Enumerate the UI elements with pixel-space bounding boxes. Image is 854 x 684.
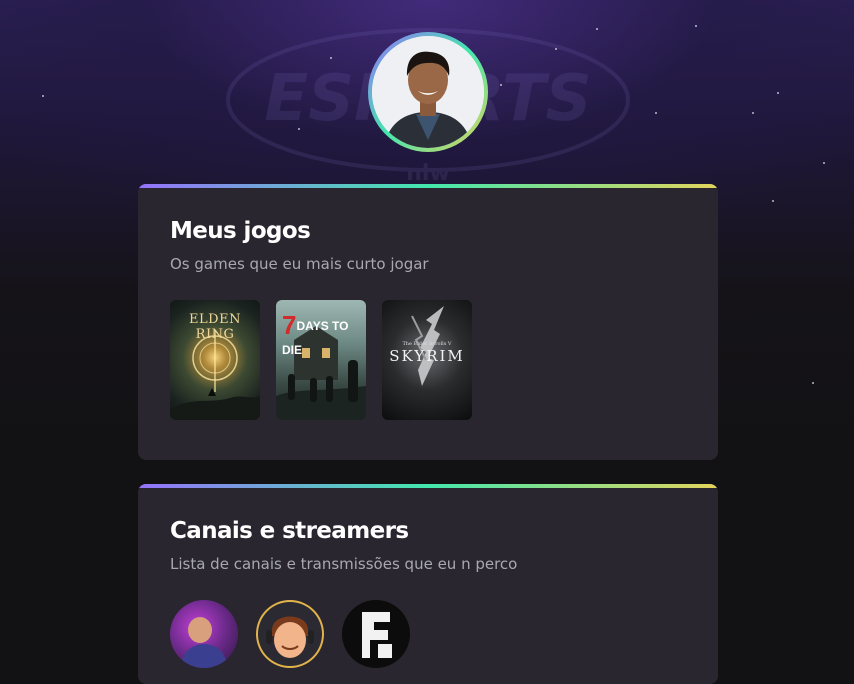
games-subtitle: Os games que eu mais curto jogar bbox=[170, 255, 429, 273]
streamer-person-icon bbox=[180, 617, 228, 668]
profile-avatar-ring bbox=[368, 32, 488, 152]
watermark-subtext: nlw bbox=[406, 161, 450, 186]
streamer-avatar-3[interactable] bbox=[342, 600, 410, 668]
streamers-list bbox=[170, 600, 410, 668]
game-cover-elden-ring[interactable]: ELDEN RING bbox=[170, 300, 260, 420]
streamer-avatar-1[interactable] bbox=[170, 600, 238, 668]
games-title: Meus jogos bbox=[170, 218, 311, 244]
elden-ring-title: ELDEN RING bbox=[189, 312, 241, 342]
streamers-card: Canais e streamers Lista de canais e tra… bbox=[138, 484, 718, 684]
game-cover-skyrim[interactable]: The Elder Scrolls V SKYRIM bbox=[382, 300, 472, 420]
profile-avatar bbox=[372, 36, 484, 148]
games-list: ELDEN RING 7DAYS TO DIE The Elder Scroll… bbox=[170, 300, 472, 420]
streamer-avatar-2[interactable] bbox=[256, 600, 324, 668]
person-photo-icon bbox=[372, 36, 484, 148]
streamer-cartoon-icon bbox=[266, 616, 314, 658]
streamers-title: Canais e streamers bbox=[170, 518, 409, 544]
streamers-subtitle: Lista de canais e transmissões que eu n … bbox=[170, 555, 518, 573]
games-card: Meus jogos Os games que eu mais curto jo… bbox=[138, 184, 718, 460]
game-cover-7-days-to-die[interactable]: 7DAYS TO DIE bbox=[276, 300, 366, 420]
skyrim-title: SKYRIM bbox=[389, 347, 465, 365]
streamer-logo-icon bbox=[362, 612, 392, 658]
7-days-number: 7 bbox=[282, 310, 297, 340]
